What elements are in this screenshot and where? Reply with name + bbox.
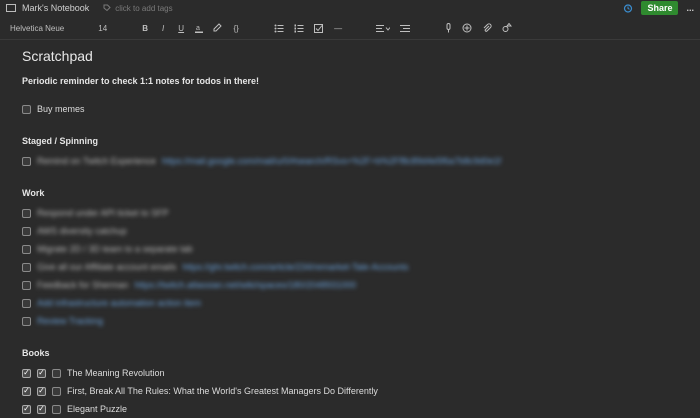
checkbox[interactable]: [52, 386, 61, 396]
insert-plus-icon[interactable]: [462, 23, 472, 33]
section-heading-staged: Staged / Spinning: [22, 136, 98, 146]
font-family-select[interactable]: Helvetica Neue: [10, 24, 64, 33]
list-item: Add infrastructure automation action ite…: [22, 294, 682, 312]
item-text: Migrate 2D / 3D team to a separate tab: [37, 244, 193, 254]
reminder-alarm-icon[interactable]: [623, 3, 633, 13]
attachment-icon[interactable]: [482, 23, 492, 33]
checkbox[interactable]: [22, 298, 31, 308]
item-text: Feedback for Sherman: [37, 280, 129, 290]
microphone-icon[interactable]: [444, 23, 452, 33]
note-body[interactable]: Scratchpad Periodic reminder to check 1:…: [22, 48, 682, 418]
checkbox-checked[interactable]: ✓: [22, 368, 31, 378]
list-item: Give all our Affiliate account emails ht…: [22, 258, 682, 276]
tags-placeholder: click to add tags: [115, 3, 173, 13]
italic-button[interactable]: I: [159, 23, 167, 33]
checkbox[interactable]: [52, 368, 61, 378]
list-item: AWS diversity catchup: [22, 222, 682, 240]
book-title: The Meaning Revolution: [67, 368, 165, 378]
checkbox[interactable]: [22, 156, 31, 166]
item-link[interactable]: https://ghr.twitch.com/article/234/remar…: [182, 262, 408, 272]
checklist-icon[interactable]: [314, 23, 324, 33]
book-item: ✓ ✓ Elegant Puzzle: [22, 400, 682, 418]
list-item: Respond under API ticket to SFP: [22, 204, 682, 222]
book-item: ✓ ✓ First, Break All The Rules: What the…: [22, 382, 682, 400]
bold-button[interactable]: B: [141, 23, 149, 33]
share-button[interactable]: Share: [641, 1, 679, 15]
checkbox[interactable]: [22, 280, 31, 290]
book-title: Elegant Puzzle: [67, 404, 128, 414]
checkbox-checked[interactable]: ✓: [37, 386, 46, 396]
align-icon[interactable]: [376, 23, 391, 33]
notebook-icon: [6, 4, 16, 12]
item-text: AWS diversity catchup: [37, 226, 127, 236]
indent-icon[interactable]: [400, 23, 411, 33]
item-text: Remind on Twitch Experience: [37, 156, 156, 166]
list-item: Review Tracking: [22, 312, 682, 330]
font-size-select[interactable]: 14: [98, 24, 107, 33]
section-heading-work: Work: [22, 188, 45, 198]
text-color-icon[interactable]: a: [195, 23, 204, 33]
checkbox[interactable]: [22, 244, 31, 254]
item-text[interactable]: Add infrastructure automation action ite…: [37, 298, 201, 308]
checkbox-checked[interactable]: ✓: [37, 368, 46, 378]
item-text: Respond under API ticket to SFP: [37, 208, 169, 218]
drawing-icon[interactable]: [502, 23, 513, 33]
checkbox[interactable]: [22, 316, 31, 326]
checkbox[interactable]: [22, 104, 31, 114]
checkbox-checked[interactable]: ✓: [37, 404, 46, 414]
top-right-actions: Share ...: [623, 0, 694, 16]
item-text: Give all our Affiliate account emails: [37, 262, 177, 272]
note-title[interactable]: Scratchpad: [22, 48, 682, 64]
buy-memes-text: Buy memes: [37, 104, 85, 114]
tags-field[interactable]: click to add tags: [103, 3, 173, 13]
checkbox[interactable]: [22, 208, 31, 218]
item-text[interactable]: Review Tracking: [37, 316, 103, 326]
highlighter-icon[interactable]: [213, 23, 222, 33]
formatting-toolbar: Helvetica Neue 14 B I U a {} —: [0, 19, 700, 37]
checkbox[interactable]: [22, 262, 31, 272]
book-item: ✓ ✓ The Meaning Revolution: [22, 364, 682, 382]
code-block-button[interactable]: {}: [232, 23, 240, 33]
checkbox[interactable]: [22, 226, 31, 236]
more-options-button[interactable]: ...: [686, 3, 694, 13]
checkbox[interactable]: [52, 404, 61, 414]
notebook-name[interactable]: Mark's Notebook: [22, 3, 89, 13]
checkbox-checked[interactable]: ✓: [22, 386, 31, 396]
section-heading-books: Books: [22, 348, 50, 358]
bulleted-list-icon[interactable]: [274, 23, 284, 33]
book-title: First, Break All The Rules: What the Wor…: [67, 386, 378, 396]
reminder-text: Periodic reminder to check 1:1 notes for…: [22, 76, 260, 86]
toolbar-divider: [0, 39, 700, 40]
item-link[interactable]: https://mail.google.com/mail/u/0/#search…: [162, 156, 501, 166]
horizontal-rule-button[interactable]: —: [334, 23, 342, 33]
top-bar: Mark's Notebook click to add tags Share …: [0, 0, 700, 16]
tag-icon: [103, 4, 111, 12]
list-item: Buy memes: [22, 100, 682, 118]
underline-button[interactable]: U: [177, 23, 185, 33]
list-item: Remind on Twitch Experience https://mail…: [22, 152, 682, 170]
list-item: Migrate 2D / 3D team to a separate tab: [22, 240, 682, 258]
svg-text:a: a: [196, 25, 200, 32]
item-link[interactable]: https://twitch.atlassian.net/wiki/spaces…: [135, 280, 357, 290]
numbered-list-icon[interactable]: [294, 23, 304, 33]
list-item: Feedback for Sherman https://twitch.atla…: [22, 276, 682, 294]
checkbox-checked[interactable]: ✓: [22, 404, 31, 414]
